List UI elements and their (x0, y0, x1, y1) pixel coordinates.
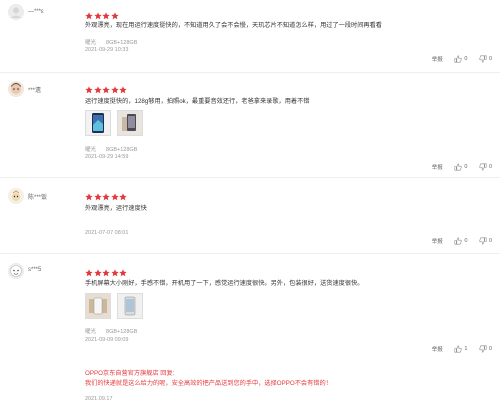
review-date: 2021-09-09 09:09 (85, 337, 129, 343)
review-images (85, 110, 149, 136)
username: s***5 (28, 267, 42, 273)
star-icon (85, 193, 93, 201)
product-spec: 曜光 8GB+128GB (85, 38, 137, 46)
like-button[interactable]: 0 (454, 55, 467, 63)
review-image[interactable] (85, 110, 111, 136)
review-content: 运行速度挺快的，128g够用，拍照ok，最重要音效还行，老爸拿来录歌，用着不错 (85, 98, 310, 105)
review-date: 2021-09-29 10:33 (85, 47, 129, 53)
star-icon (93, 12, 102, 20)
product-spec: 曜光 8GB+128GB (85, 145, 137, 153)
star-icon (85, 269, 93, 277)
review-content: 外观漂亮，运行速度快 (85, 205, 147, 212)
report-link[interactable]: 举报 (432, 55, 443, 63)
review-date: 2021-09-29 14:59 (85, 154, 129, 160)
star-icon (110, 12, 119, 20)
color-name: 曜光 (85, 329, 97, 335)
thumbs-up-icon (454, 345, 462, 353)
report-link[interactable]: 举报 (432, 345, 443, 353)
dislike-count: 0 (488, 56, 492, 62)
reply-text: 我们的快递就是这么给力的呢，安全高效的把产品送到您的手中，选择OPPO不会有错的… (85, 379, 332, 387)
thumbs-up-icon (454, 163, 462, 171)
dislike-button[interactable]: 0 (479, 163, 492, 171)
thumbs-down-icon (479, 163, 487, 171)
star-icon (102, 193, 110, 201)
dislike-button[interactable]: 0 (479, 55, 492, 63)
seller-reply: OPPO京东自营官方旗舰店 回复: 我们的快递就是这么给力的呢，安全高效的把产品… (85, 369, 485, 388)
dislike-count: 0 (488, 346, 492, 352)
like-button[interactable]: 0 (454, 163, 467, 171)
rating-stars (85, 188, 128, 201)
reply-date: 2021.09.17 (85, 396, 113, 402)
user-avatar[interactable] (8, 263, 24, 279)
star-icon (93, 86, 102, 94)
review-actions: 举报 0 0 (422, 237, 492, 247)
review-actions: 举报 1 0 (422, 345, 492, 355)
user-avatar[interactable] (8, 4, 24, 20)
username: 陈***饭 (28, 195, 48, 201)
star-icon (102, 269, 110, 277)
color-name: 曜光 (85, 40, 97, 46)
report-link[interactable]: 举报 (432, 237, 443, 245)
like-count: 0 (464, 56, 468, 62)
review-actions: 举报 0 0 (422, 163, 492, 173)
color-name: 曜光 (85, 147, 97, 153)
review-date: 2021-07-07 08:01 (85, 230, 129, 236)
star-icon (85, 12, 93, 20)
username: —***ε (28, 9, 44, 15)
review-content: 手机屏幕大小刚好，手感不错，开机用了一下，感觉运行速度很快。另外，包装很好，送货… (85, 280, 364, 287)
star-icon (93, 269, 102, 277)
star-icon (85, 86, 93, 94)
report-link[interactable]: 举报 (432, 163, 443, 171)
review-item: 陈***饭 外观漂亮，运行速度快 2021-07-07 08:01 举报 0 0 (0, 178, 500, 248)
star-icon (93, 193, 102, 201)
review-item: s***5 手机屏幕大小刚好，手感不错，开机用了一下，感觉运行速度很快。另外，包… (0, 254, 500, 413)
thumbs-up-icon (454, 55, 462, 63)
rating-stars (85, 264, 128, 277)
reply-header: OPPO京东自营官方旗舰店 回复: (85, 370, 175, 377)
like-count: 1 (464, 346, 468, 352)
dislike-button[interactable]: 0 (479, 345, 492, 353)
thumbs-down-icon (479, 345, 487, 353)
review-actions: 举报 0 0 (422, 55, 492, 65)
spec-label: 8GB+128GB (106, 40, 138, 46)
review-image[interactable] (117, 110, 143, 136)
like-count: 0 (464, 164, 468, 170)
star-icon (102, 12, 110, 20)
spec-label: 8GB+128GB (106, 329, 138, 335)
user-avatar[interactable] (8, 81, 24, 97)
thumbs-up-icon (454, 237, 462, 245)
like-button[interactable]: 1 (454, 345, 467, 353)
dislike-count: 0 (488, 238, 492, 244)
username: ***遗 (28, 88, 42, 94)
star-icon (110, 193, 119, 201)
review-image[interactable] (117, 293, 143, 319)
like-count: 0 (464, 238, 468, 244)
review-image[interactable] (85, 293, 111, 319)
star-icon (102, 86, 110, 94)
rating-stars (85, 81, 128, 94)
like-button[interactable]: 0 (454, 237, 467, 245)
review-item: —***ε 外观漂亮，现在用运行速度挺快的，不知道用久了会不会慢，天玑芯片不知道… (0, 0, 500, 66)
review-content: 外观漂亮，现在用运行速度挺快的，不知道用久了会不会慢，天玑芯片不知道怎么样，用过… (85, 22, 382, 29)
product-spec: 曜光 8GB+128GB (85, 327, 137, 335)
review-item: ***遗 运行速度挺快的，128g够用，拍照ok，最重要音效还行，老爸拿来录歌，… (0, 73, 500, 173)
star-icon (110, 86, 119, 94)
star-icon (119, 193, 127, 201)
star-icon (119, 269, 127, 277)
star-icon (119, 86, 127, 94)
review-images (85, 293, 149, 319)
user-avatar[interactable] (8, 188, 24, 204)
star-icon (110, 269, 119, 277)
dislike-button[interactable]: 0 (479, 237, 492, 245)
rating-stars (85, 7, 119, 20)
dislike-count: 0 (488, 164, 492, 170)
thumbs-down-icon (479, 55, 487, 63)
spec-label: 8GB+128GB (106, 147, 138, 153)
thumbs-down-icon (479, 237, 487, 245)
